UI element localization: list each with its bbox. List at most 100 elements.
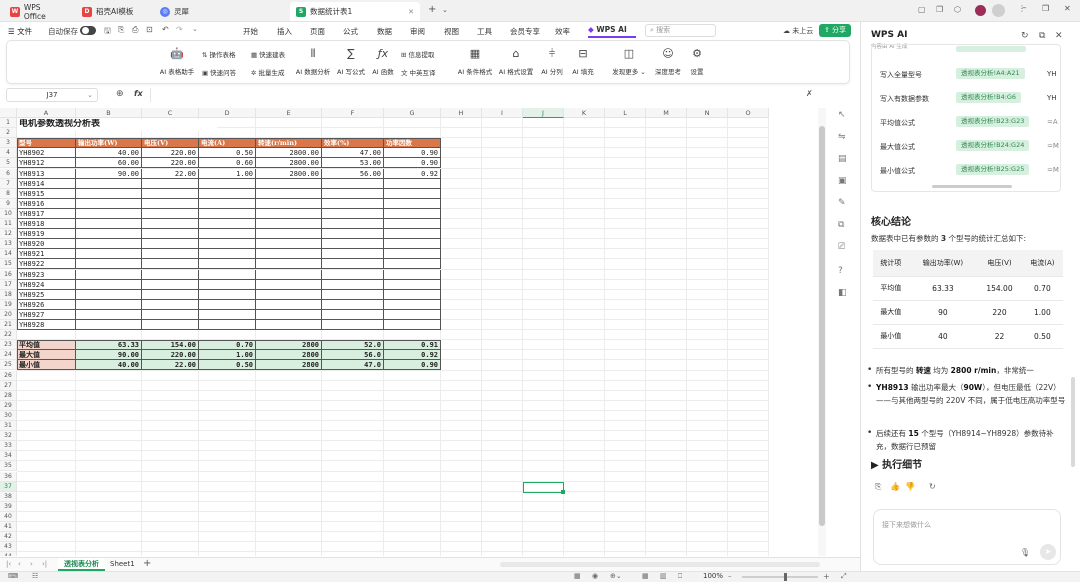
column-header[interactable]: E — [256, 108, 322, 118]
data-cell[interactable] — [142, 239, 199, 250]
settings-button[interactable]: ⚙ 设置 — [684, 47, 710, 76]
formula-ref-link[interactable]: 透视表分析!B23:G23 — [956, 116, 1030, 127]
data-cell[interactable] — [384, 178, 441, 189]
data-cell[interactable] — [76, 269, 142, 280]
data-cell[interactable] — [322, 259, 384, 270]
summary-cell[interactable]: 0.91 — [384, 340, 441, 351]
data-cell[interactable] — [142, 249, 199, 260]
row-header[interactable]: 25 — [0, 360, 17, 371]
menu-view[interactable]: 视图 — [444, 26, 459, 37]
sheet-list-icon[interactable]: ☷ — [32, 572, 38, 580]
deep-think-button[interactable]: ☺ 深度思考 — [650, 47, 686, 76]
row-header[interactable]: 3 — [0, 138, 17, 149]
data-cell[interactable] — [384, 299, 441, 310]
table-header-cell[interactable]: 转速(r/min) — [256, 138, 322, 149]
file-menu[interactable]: ☰ 文件 — [8, 26, 32, 37]
table-header-cell[interactable]: 输出功率(W) — [76, 138, 142, 149]
data-cell[interactable] — [256, 239, 322, 250]
new-tab-icon[interactable]: + — [428, 4, 436, 15]
data-cell[interactable]: 220.00 — [142, 158, 199, 169]
search-box[interactable]: ⌕ 搜索 — [645, 24, 716, 37]
data-cell[interactable]: 0.90 — [384, 148, 441, 159]
data-cell[interactable] — [142, 208, 199, 219]
data-cell[interactable]: 0.60 — [199, 158, 256, 169]
prev-sheet-icon[interactable]: ‹ — [18, 560, 21, 568]
ai-conditional-format-button[interactable]: ▦ AI 条件格式 — [455, 47, 495, 76]
row-header[interactable]: 5 — [0, 158, 17, 169]
menu-tools[interactable]: 工具 — [477, 26, 492, 37]
row-header[interactable]: 19 — [0, 299, 17, 310]
row-header[interactable]: 12 — [0, 229, 17, 240]
data-cell[interactable] — [256, 229, 322, 240]
data-cell[interactable] — [384, 320, 441, 331]
operate-table-button[interactable]: ⇅ 操作表格 — [202, 49, 235, 59]
ai-fill-button[interactable]: ⊟ AI 填充 — [569, 47, 597, 76]
data-cell[interactable]: 90.00 — [76, 168, 142, 179]
data-cell[interactable] — [384, 309, 441, 320]
menu-home[interactable]: 开始 — [243, 26, 258, 37]
menu-member[interactable]: 会员专享 — [510, 26, 540, 37]
data-cell[interactable] — [76, 259, 142, 270]
row-header[interactable]: 4 — [0, 148, 17, 159]
table-header-cell[interactable]: 电流(A) — [199, 138, 256, 149]
data-cell[interactable]: YH8914 — [17, 178, 76, 189]
column-header[interactable]: J — [523, 108, 564, 118]
autosave-toggle[interactable] — [80, 26, 96, 35]
active-cell-J37[interactable] — [523, 481, 564, 493]
data-cell[interactable] — [199, 178, 256, 189]
tab-wps-office[interactable]: W WPS Office — [4, 2, 70, 21]
tab-lingxi[interactable]: ◎ 灵犀 — [154, 2, 284, 21]
data-cell[interactable] — [142, 219, 199, 230]
table-header-cell[interactable]: 效率(%) — [322, 138, 384, 149]
data-cell[interactable] — [199, 239, 256, 250]
data-cell[interactable] — [76, 208, 142, 219]
sheet-title[interactable]: 电机参数透视分析表 — [17, 119, 217, 131]
row-header[interactable]: 34 — [0, 451, 17, 462]
data-cell[interactable] — [142, 320, 199, 331]
data-cell[interactable] — [199, 309, 256, 320]
column-header[interactable]: A — [17, 108, 76, 118]
data-cell[interactable] — [76, 289, 142, 300]
data-cell[interactable] — [199, 229, 256, 240]
attribute-icon[interactable]: ▤ — [838, 154, 847, 164]
data-cell[interactable] — [76, 219, 142, 230]
row-header[interactable]: 33 — [0, 441, 17, 452]
data-cell[interactable] — [256, 320, 322, 331]
summary-cell[interactable]: 0.50 — [199, 360, 256, 371]
data-cell[interactable] — [322, 249, 384, 260]
data-cell[interactable] — [256, 299, 322, 310]
data-cell[interactable]: YH8921 — [17, 249, 76, 260]
summary-cell[interactable]: 2800 — [256, 360, 322, 371]
ai-chat-input[interactable]: 接下来想做什么 🎙 ➤ — [873, 509, 1061, 565]
ai-write-formula-button[interactable]: ∑ AI 写公式 — [335, 47, 367, 76]
table-header-cell[interactable]: 型号 — [17, 138, 76, 149]
data-cell[interactable] — [384, 229, 441, 240]
quick-qa-button[interactable]: ▣ 快速问答 — [202, 67, 236, 77]
data-cell[interactable]: YH8913 — [17, 168, 76, 179]
data-cell[interactable] — [142, 259, 199, 270]
row-header[interactable]: 43 — [0, 542, 17, 553]
zoom-out-icon[interactable]: – — [728, 572, 732, 580]
data-cell[interactable]: YH8916 — [17, 198, 76, 209]
preview-icon[interactable]: ⊡ — [146, 25, 153, 34]
data-cell[interactable] — [199, 259, 256, 270]
data-cell[interactable] — [199, 320, 256, 331]
execution-details-toggle[interactable]: ▶ 执行细节 — [871, 456, 922, 471]
data-cell[interactable] — [256, 208, 322, 219]
data-cell[interactable]: YH8923 — [17, 269, 76, 280]
data-cell[interactable] — [322, 229, 384, 240]
microphone-icon[interactable]: 🎙 — [1020, 548, 1030, 557]
data-cell[interactable] — [76, 279, 142, 290]
column-header[interactable]: C — [142, 108, 199, 118]
row-header[interactable]: 28 — [0, 390, 17, 401]
data-cell[interactable]: 0.90 — [384, 158, 441, 169]
data-cell[interactable] — [256, 178, 322, 189]
data-cell[interactable]: 2800.00 — [256, 168, 322, 179]
data-cell[interactable] — [199, 208, 256, 219]
data-cell[interactable] — [142, 198, 199, 209]
ai-table-assistant-button[interactable]: 🤖 AI 表格助手 — [157, 47, 197, 76]
row-header[interactable]: 24 — [0, 350, 17, 361]
row-header[interactable]: 42 — [0, 532, 17, 543]
ai-function-button[interactable]: ƒx AI 函数 — [370, 47, 396, 76]
data-cell[interactable] — [384, 208, 441, 219]
